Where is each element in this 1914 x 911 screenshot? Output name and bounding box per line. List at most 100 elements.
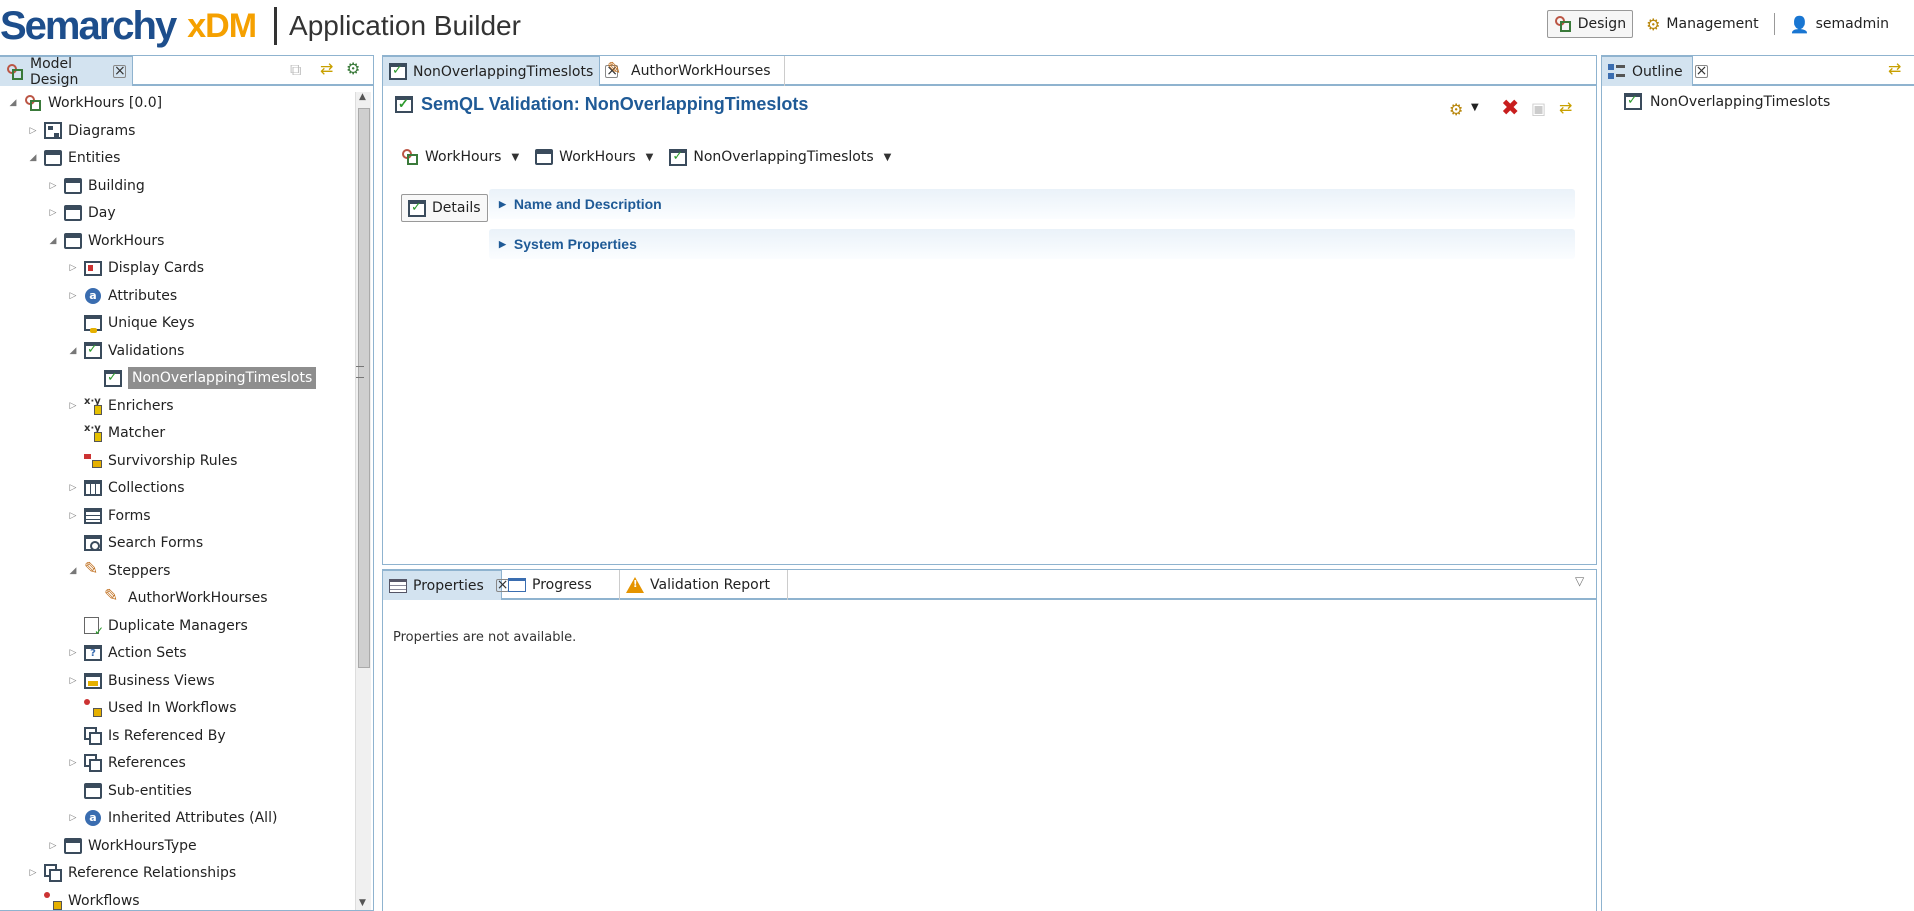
tree-item[interactable]: Sub-entities — [68, 779, 192, 803]
scroll-up-icon[interactable]: ▲ — [359, 92, 366, 102]
collapse-toggle-icon[interactable]: ▷ — [68, 648, 78, 658]
tree-item[interactable]: Survivorship Rules — [68, 449, 237, 473]
tree-item[interactable]: Used In Workflows — [68, 696, 237, 720]
tree-item[interactable]: ◢ Entities — [28, 146, 120, 170]
tab-model-design[interactable]: Model Design × — [0, 56, 133, 88]
close-icon[interactable]: × — [113, 64, 126, 78]
tab-properties[interactable]: Properties × — [382, 570, 509, 600]
tree-item[interactable]: Duplicate Managers — [68, 614, 248, 638]
tree-item[interactable]: Is Referenced By — [68, 724, 226, 748]
search-form-icon — [84, 535, 102, 551]
tree-item[interactable]: ▷ a Attributes — [68, 284, 177, 308]
tree-item[interactable]: ◢ WorkHours [0.0] — [8, 91, 162, 115]
collapse-toggle-icon[interactable]: ▷ — [68, 483, 78, 493]
tree-item[interactable]: ▷? Action Sets — [68, 641, 187, 665]
tree-item-label: Business Views — [108, 672, 215, 689]
tree-item[interactable]: NonOverlappingTimeslots — [88, 366, 317, 390]
editor-title-text: SemQL Validation: NonOverlappingTimeslot… — [421, 94, 809, 114]
tab-nonoverlappingtimeslots[interactable]: NonOverlappingTimeslots × — [382, 56, 619, 86]
collapse-toggle-icon[interactable]: ▷ — [68, 676, 78, 686]
tree-item[interactable]: x·y Matcher — [68, 421, 165, 445]
section-name-and-description[interactable]: ▶ Name and Description — [489, 189, 1575, 219]
entity-icon — [44, 150, 62, 166]
run-action-icon[interactable]: ⚙ — [1449, 100, 1463, 119]
expand-toggle-icon[interactable]: ◢ — [68, 566, 78, 576]
details-button[interactable]: Details — [401, 194, 488, 222]
collapse-toggle-icon[interactable]: ▷ — [28, 126, 38, 136]
tree-item-label: Reference Relationships — [68, 865, 237, 881]
collapse-all-icon[interactable]: ⧉ — [290, 60, 301, 80]
entity-icon — [84, 782, 102, 799]
tree-item[interactable]: ▷ Display Cards — [68, 256, 205, 280]
breadcrumb-item-entity[interactable]: WorkHours — [559, 149, 635, 165]
management-perspective-button[interactable]: ⚙ Management — [1639, 10, 1766, 38]
model-action-icon[interactable]: ⚙ — [346, 59, 360, 78]
collapse-toggle-icon[interactable]: ▷ — [48, 841, 58, 851]
collapse-toggle-icon[interactable]: ▷ — [68, 813, 78, 823]
properties-tabbar: Properties × Progress Validation Report … — [382, 570, 1596, 600]
view-menu-icon[interactable]: ▽ — [1575, 574, 1584, 588]
tree-item[interactable]: ◢ WorkHours — [48, 229, 164, 253]
expand-toggle-icon[interactable]: ◢ — [68, 346, 78, 356]
collapse-toggle-icon[interactable]: ▷ — [68, 291, 78, 301]
app-header: Semarchy xDM Application Builder Design … — [0, 0, 1914, 52]
stepper-icon — [104, 586, 122, 607]
splitter-handle[interactable] — [356, 366, 364, 378]
tree-item[interactable]: ▷ WorkHoursType — [48, 834, 197, 858]
tab-outline[interactable]: Outline × — [1601, 56, 1708, 86]
expand-toggle-icon[interactable]: ◢ — [28, 153, 38, 163]
user-menu-button[interactable]: 👤 semadmin — [1783, 10, 1896, 38]
outline-item[interactable]: NonOverlappingTimeslots — [1624, 93, 1830, 110]
refresh-icon[interactable]: ⇄ — [1559, 98, 1572, 117]
design-perspective-button[interactable]: Design — [1546, 10, 1634, 38]
tree-item[interactable]: AuthorWorkHourses — [88, 586, 268, 610]
tree-item[interactable]: ◢ Steppers — [68, 559, 171, 583]
entity-icon — [535, 149, 554, 165]
collapse-toggle-icon[interactable]: ▷ — [28, 868, 38, 878]
collapse-toggle-icon[interactable]: ▷ — [68, 401, 78, 411]
tree-item[interactable]: ▷ Building — [48, 174, 145, 198]
chevron-down-icon[interactable]: ▼ — [511, 152, 519, 163]
tree-item[interactable]: ▷ a Inherited Attributes (All) — [68, 806, 277, 830]
collapse-toggle-icon[interactable]: ▷ — [48, 181, 58, 191]
tree-item[interactable]: ▷ Business Views — [68, 669, 215, 693]
tree-item-label: WorkHoursType — [88, 837, 197, 854]
tree-item[interactable]: ▷ Collections — [68, 476, 185, 500]
tab-validation-report[interactable]: Validation Report — [620, 570, 788, 600]
collapse-toggle-icon[interactable]: ▷ — [68, 758, 78, 768]
scroll-down-icon[interactable]: ▼ — [359, 898, 366, 908]
tree-scrollbar[interactable]: ▲ ▼ — [355, 92, 371, 910]
expand-toggle-icon[interactable]: ◢ — [8, 98, 18, 108]
tree-scroll-thumb[interactable] — [358, 108, 370, 668]
perspective-switcher: Design ⚙ Management 👤 semadmin — [1546, 10, 1896, 38]
tree-item[interactable]: Search Forms — [68, 531, 203, 555]
collapse-toggle-icon[interactable]: ▷ — [68, 263, 78, 273]
tree-item[interactable]: Workflows — [28, 889, 140, 911]
close-icon[interactable]: × — [1694, 64, 1708, 78]
tree-item[interactable]: ▷ Diagrams — [28, 119, 135, 143]
chevron-down-icon[interactable]: ▼ — [646, 152, 654, 163]
tab-authorworkhourses[interactable]: AuthorWorkHourses — [601, 56, 785, 86]
chevron-down-icon[interactable]: ▼ — [884, 152, 892, 163]
delete-icon[interactable]: ✖ — [1501, 96, 1519, 121]
tab-progress[interactable]: Progress — [502, 570, 620, 600]
expand-toggle-icon[interactable]: ◢ — [48, 236, 58, 246]
collapse-toggle-icon[interactable]: ▷ — [48, 208, 58, 218]
tree-item[interactable]: ▷ Forms — [68, 504, 151, 528]
tree-item[interactable]: ◢ Validations — [68, 339, 184, 363]
tree-item[interactable]: ▷ References — [68, 751, 186, 775]
tree-item[interactable]: ▷ x·y Enrichers — [68, 394, 174, 418]
chevron-down-icon[interactable]: ▼ — [1471, 102, 1479, 113]
save-icon[interactable]: ▣ — [1531, 99, 1546, 118]
link-with-editor-icon[interactable]: ⇄ — [1888, 59, 1901, 78]
section-system-properties[interactable]: ▶ System Properties — [489, 229, 1575, 259]
breadcrumb-item-validation[interactable]: NonOverlappingTimeslots — [693, 149, 873, 165]
breadcrumb-item-model[interactable]: WorkHours — [425, 149, 501, 165]
tree-item-label: Survivorship Rules — [108, 452, 238, 469]
collapse-toggle-icon[interactable]: ▷ — [68, 511, 78, 521]
tree-item[interactable]: ▷ Day — [48, 201, 116, 225]
display-card-icon — [84, 260, 102, 276]
tree-item[interactable]: Unique Keys — [68, 311, 195, 335]
sync-icon[interactable]: ⇄ — [320, 59, 333, 78]
tree-item[interactable]: ▷ Reference Relationships — [28, 861, 236, 885]
